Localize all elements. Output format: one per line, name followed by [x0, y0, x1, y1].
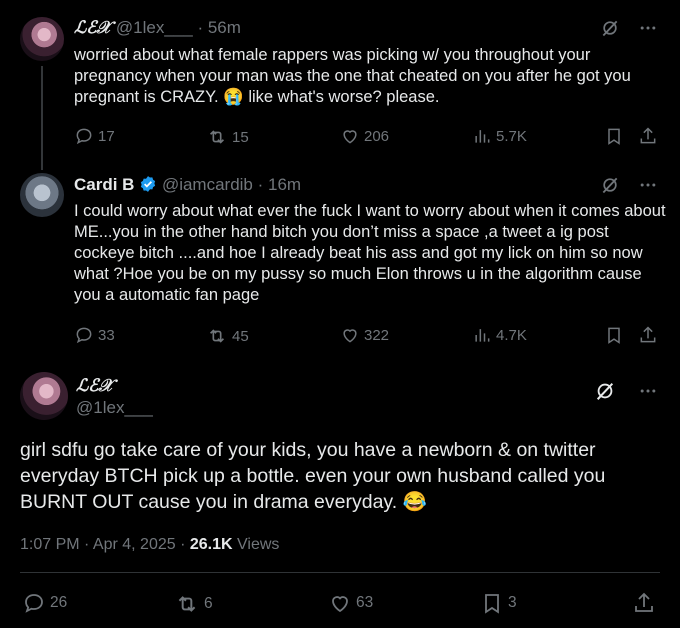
reply-count: 33: [98, 326, 115, 344]
share-icon: [632, 591, 656, 615]
divider: [20, 572, 660, 573]
author-name[interactable]: Cardi B: [74, 175, 134, 194]
reply-button[interactable]: 33: [74, 325, 115, 345]
tweet-meta: 1:07 PM · Apr 4, 2025 · 26.1K Views: [20, 536, 279, 554]
repost-count: 15: [232, 128, 249, 146]
reply-icon: [74, 126, 94, 146]
author-handle[interactable]: @1lex___: [116, 18, 193, 37]
grok-icon[interactable]: [600, 175, 620, 195]
tweet-time[interactable]: · 16m: [258, 175, 301, 194]
action-bar: 33 45 322 4.7K: [74, 325, 660, 347]
tweet-2[interactable]: Cardi B @iamcardib · 16m I could worry a…: [0, 162, 680, 362]
views-total: 26.1K: [189, 536, 233, 553]
bookmark-icon: [604, 325, 624, 345]
share-button[interactable]: [638, 126, 658, 146]
repost-icon: [206, 126, 228, 148]
tweet-text: worried about what female rappers was pi…: [74, 46, 631, 106]
views-button[interactable]: 5.7K: [472, 126, 527, 146]
tweet-text: I could worry about what ever the fuck I…: [74, 202, 666, 304]
repost-count: 6: [204, 595, 213, 612]
repost-count: 45: [232, 327, 249, 345]
reply-button[interactable]: 26: [22, 591, 67, 615]
author-name[interactable]: ℒℰ𝒳: [76, 376, 113, 396]
action-bar: 17 15 206 5.7K: [74, 126, 660, 148]
bookmark-count: 3: [508, 594, 517, 611]
bookmark-button[interactable]: [604, 325, 624, 345]
grok-icon[interactable]: [600, 18, 620, 38]
views-button[interactable]: 4.7K: [472, 325, 527, 345]
reply-icon: [74, 325, 94, 345]
like-count: 63: [356, 594, 374, 611]
views-label: Views: [237, 536, 280, 553]
bookmark-icon: [480, 591, 504, 615]
reply-button[interactable]: 17: [74, 126, 115, 146]
bookmark-icon: [604, 126, 624, 146]
grok-icon[interactable]: [594, 380, 616, 402]
views-count: 5.7K: [496, 127, 527, 145]
repost-icon: [174, 591, 200, 617]
like-icon: [340, 325, 360, 345]
views-icon: [472, 325, 492, 345]
tweet-1[interactable]: ℒℰ𝒳 @1lex___ · 56m worried about what fe…: [0, 0, 680, 170]
like-button[interactable]: 63: [328, 591, 373, 615]
repost-button[interactable]: 6: [174, 591, 213, 617]
action-bar: 26 6 63 3: [22, 591, 658, 615]
bookmark-button[interactable]: 3: [480, 591, 517, 615]
views-icon: [472, 126, 492, 146]
like-button[interactable]: 322: [340, 325, 389, 345]
like-icon: [340, 126, 360, 146]
share-button[interactable]: [632, 591, 656, 615]
thread-line: [41, 66, 43, 170]
like-count: 322: [364, 326, 390, 344]
views-count: 4.7K: [496, 326, 527, 344]
author-name[interactable]: ℒℰ𝒳: [74, 18, 111, 38]
verified-badge-icon: [141, 176, 156, 192]
avatar[interactable]: [20, 372, 68, 420]
tweet-text: girl sdfu go take care of your kids, you…: [20, 439, 606, 513]
timestamp[interactable]: 1:07 PM · Apr 4, 2025 ·: [20, 536, 185, 553]
like-button[interactable]: 206: [340, 126, 389, 146]
reply-count: 26: [50, 594, 68, 611]
tweet-3-focused[interactable]: ℒℰ𝒳 @1lex___ girl sdfu go take care of y…: [0, 362, 680, 628]
more-icon[interactable]: [638, 175, 658, 195]
repost-icon: [206, 325, 228, 347]
tweet-time[interactable]: · 56m: [197, 18, 240, 37]
share-icon: [638, 126, 658, 146]
like-count: 206: [364, 127, 390, 145]
like-icon: [328, 591, 352, 615]
author-handle[interactable]: @1lex___: [76, 398, 153, 417]
more-icon[interactable]: [638, 18, 658, 38]
author-handle[interactable]: @iamcardib: [162, 175, 253, 194]
avatar[interactable]: [20, 17, 64, 61]
repost-button[interactable]: 15: [206, 126, 249, 148]
share-button[interactable]: [638, 325, 658, 345]
avatar[interactable]: [20, 173, 64, 217]
reply-count: 17: [98, 127, 115, 145]
more-icon[interactable]: [638, 381, 658, 401]
share-icon: [638, 325, 658, 345]
repost-button[interactable]: 45: [206, 325, 249, 347]
bookmark-button[interactable]: [604, 126, 624, 146]
reply-icon: [22, 591, 46, 615]
